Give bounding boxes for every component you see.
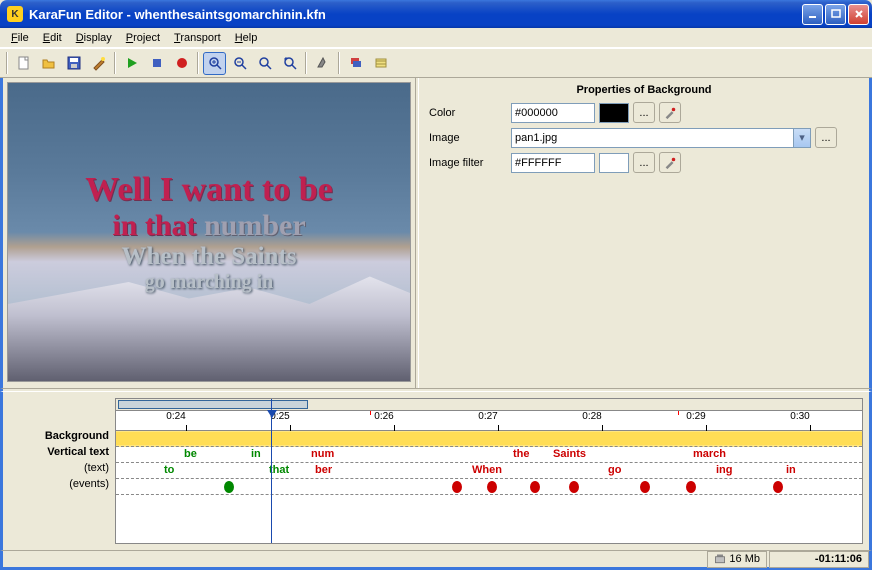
open-button[interactable] [37,52,60,75]
minimap-window[interactable] [118,400,308,409]
new-button[interactable] [12,52,35,75]
stop-button[interactable] [145,52,168,75]
record-button[interactable] [170,52,193,75]
lyric-syllable[interactable]: When [472,464,502,476]
image-dropdown-button[interactable]: ▾ [793,129,810,147]
lyric-syllable[interactable]: num [311,448,334,460]
timeline-panel: Background Vertical text (text) (events)… [0,392,872,550]
lyric-syllable[interactable]: that [269,464,289,476]
app-icon: K [7,6,23,22]
lyric-syllable[interactable]: be [184,448,197,460]
track-label-vtext: Vertical text [9,444,115,460]
layers-button[interactable] [344,52,367,75]
color-label: Color [429,107,507,119]
menu-transport[interactable]: Transport [167,30,228,46]
image-browse-button[interactable]: ... [815,127,837,148]
event-marker[interactable] [640,481,650,493]
track-text-top[interactable]: be in num the Saints march [116,447,862,463]
ruler-tick: 0:26 [384,411,403,422]
tool-b-button[interactable] [369,52,392,75]
timeline-minimap[interactable] [116,399,862,411]
save-button[interactable] [62,52,85,75]
window-title: KaraFun Editor - whenthesaintsgomarchini… [27,7,802,22]
lyric-syllable[interactable]: march [693,448,726,460]
image-label: Image [429,132,507,144]
preview-panel: Well I want to be in that number When th… [3,78,415,388]
ruler-tick: 0:24 [176,411,195,422]
color-picker-button[interactable] [659,102,681,123]
play-button[interactable] [120,52,143,75]
filter-picker-button[interactable] [659,152,681,173]
ruler-tick: 0:29 [696,411,715,422]
track-label-bg: Background [9,428,115,444]
properties-panel: Properties of Background Color ... Image… [419,78,869,388]
event-marker[interactable] [487,481,497,493]
filter-more-button[interactable]: ... [633,152,655,173]
event-marker[interactable] [452,481,462,493]
menu-project[interactable]: Project [119,30,167,46]
close-button[interactable] [848,4,869,25]
track-background[interactable] [116,431,862,447]
toolbar [0,48,872,78]
zoom-out-button[interactable] [228,52,251,75]
menu-bar: File Edit Display Project Transport Help [0,28,872,48]
properties-title: Properties of Background [429,84,859,96]
wizard-button[interactable] [87,52,110,75]
event-marker[interactable] [569,481,579,493]
timeline-ruler[interactable]: 0:24 0:25 0:26 0:27 0:28 0:29 0:30 [116,411,862,431]
lyric-line-3: When the Saints [121,243,296,271]
menu-help[interactable]: Help [228,30,265,46]
ruler-tick: 0:27 [488,411,507,422]
event-marker[interactable] [686,481,696,493]
lyric-syllable[interactable]: ing [716,464,733,476]
zoom-in-button[interactable] [203,52,226,75]
lyric-syllable[interactable]: ber [315,464,332,476]
menu-edit[interactable]: Edit [36,30,69,46]
menu-file[interactable]: File [4,30,36,46]
filter-swatch [599,153,629,173]
event-marker[interactable] [773,481,783,493]
timeline-body[interactable]: 0:24 0:25 0:26 0:27 0:28 0:29 0:30 be in num the S… [115,398,863,544]
lyric-line-4: go marching in [145,271,274,294]
event-marker[interactable] [224,481,234,493]
lyric-line-1: Well I want to be [85,171,332,209]
ruler-tick: 0:28 [592,411,611,422]
zoom-fit-button[interactable] [278,52,301,75]
track-label-text: (text) [9,460,115,476]
track-text-bottom[interactable]: to that ber When go ing in [116,463,862,479]
lyric-syllable[interactable]: Saints [553,448,586,460]
image-input[interactable] [512,129,793,147]
lyric-line-2: in that number [112,209,305,243]
track-labels: Background Vertical text (text) (events) [9,398,115,544]
lyric-syllable[interactable]: in [251,448,261,460]
ruler-tick: 0:25 [280,411,299,422]
ruler-tick: 0:30 [800,411,819,422]
lyric-syllable[interactable]: in [786,464,796,476]
title-bar: K KaraFun Editor - whenthesaintsgomarchi… [0,0,872,28]
minimize-button[interactable] [802,4,823,25]
preview-image: Well I want to be in that number When th… [7,82,411,382]
tool-a-button[interactable] [311,52,334,75]
filter-input[interactable] [511,153,595,173]
menu-display[interactable]: Display [69,30,119,46]
maximize-button[interactable] [825,4,846,25]
lyric-syllable[interactable]: go [608,464,621,476]
color-swatch [599,103,629,123]
lyric-syllable[interactable]: to [164,464,174,476]
playhead[interactable] [271,399,272,543]
event-marker[interactable] [530,481,540,493]
color-more-button[interactable]: ... [633,102,655,123]
track-label-events: (events) [9,476,115,492]
color-input[interactable] [511,103,595,123]
lyric-syllable[interactable]: the [513,448,530,460]
filter-label: Image filter [429,157,507,169]
zoom-reset-button[interactable] [253,52,276,75]
track-events[interactable] [116,479,862,495]
